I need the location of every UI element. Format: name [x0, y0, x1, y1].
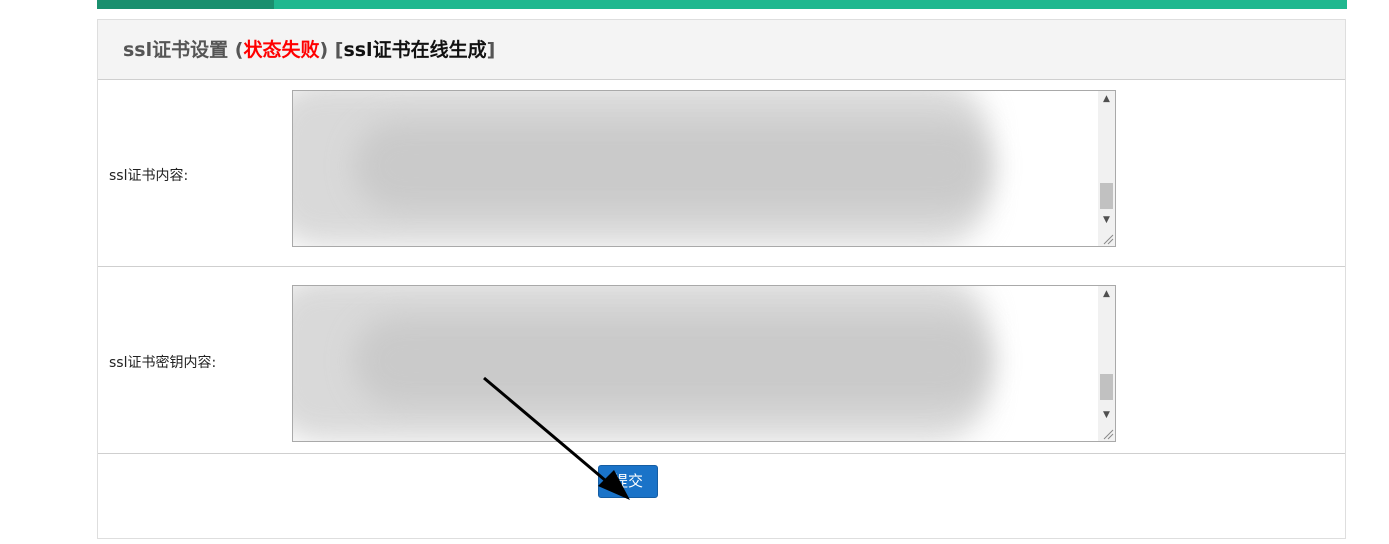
scroll-thumb[interactable] — [1100, 374, 1113, 400]
submit-row: 提交 — [98, 454, 1345, 544]
redacted-cert-text-inner — [353, 121, 993, 211]
cert-content-label: ssl证书内容: — [109, 168, 189, 184]
title-prefix: ssl证书设置 ( — [123, 39, 244, 61]
scroll-down-arrow-icon[interactable]: ▼ — [1098, 212, 1115, 229]
key-content-row: ssl证书密钥内容: ▲ ▼ — [98, 267, 1345, 454]
scroll-up-arrow-icon[interactable]: ▲ — [1098, 91, 1115, 108]
key-textarea-scrollbar[interactable]: ▲ ▼ — [1098, 286, 1115, 441]
resize-grip-icon[interactable] — [1098, 424, 1115, 441]
scroll-up-arrow-icon[interactable]: ▲ — [1098, 286, 1115, 303]
key-content-label: ssl证书密钥内容: — [109, 355, 217, 371]
submit-button[interactable]: 提交 — [598, 465, 658, 498]
key-content-textarea[interactable]: ▲ ▼ — [292, 285, 1116, 442]
scroll-down-arrow-icon[interactable]: ▼ — [1098, 407, 1115, 424]
redacted-key-text-inner — [353, 316, 993, 406]
ssl-settings-panel: ssl证书设置 (状态失败) [ssl证书在线生成] ssl证书内容: ▲ ▼ … — [97, 19, 1346, 539]
cert-content-row: ssl证书内容: ▲ ▼ — [98, 80, 1345, 267]
cert-textarea-scrollbar[interactable]: ▲ ▼ — [1098, 91, 1115, 246]
title-suffix: ] — [486, 39, 496, 61]
cert-content-textarea[interactable]: ▲ ▼ — [292, 90, 1116, 247]
top-accent-bar — [97, 0, 1347, 9]
title-mid: ) [ — [319, 39, 344, 61]
status-fail-badge: 状态失败 — [243, 39, 320, 61]
panel-header: ssl证书设置 (状态失败) [ssl证书在线生成] — [98, 20, 1345, 80]
resize-grip-icon[interactable] — [1098, 229, 1115, 246]
top-accent-bar-active-segment — [97, 0, 274, 9]
scroll-thumb[interactable] — [1100, 183, 1113, 209]
ssl-online-generate-link[interactable]: ssl证书在线生成 — [343, 39, 486, 61]
